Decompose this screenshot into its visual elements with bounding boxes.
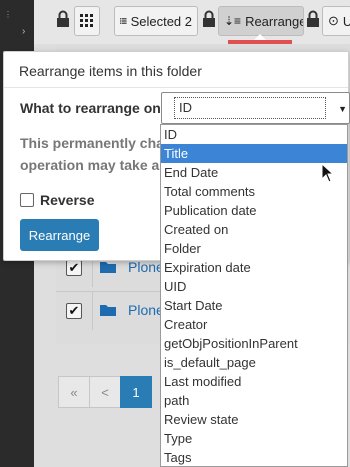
- dropdown-option[interactable]: Publication date: [161, 201, 347, 220]
- dropdown-option[interactable]: Creator: [161, 315, 347, 334]
- dropdown-option[interactable]: Last modified: [161, 372, 347, 391]
- warning-line-1: This permanently cha: [20, 135, 160, 151]
- rearrange-label: Rearrange: [245, 13, 304, 29]
- row-checkbox[interactable]: ✔: [66, 260, 82, 276]
- selected-label: Selected 2: [130, 13, 192, 29]
- modal-header: Rearrange items in this folder: [4, 52, 348, 88]
- lock-icon: [57, 10, 69, 27]
- lock-icon: [307, 10, 319, 27]
- dropdown-option[interactable]: Created on: [161, 220, 347, 239]
- rearrange-button[interactable]: ⇣≡ Rearrange: [218, 6, 304, 36]
- grid-icon: [80, 14, 93, 27]
- warning-line-2: operation may take a: [20, 157, 160, 173]
- selected-button[interactable]: Selected 2: [114, 6, 198, 36]
- modal-title: Rearrange items in this folder: [19, 63, 202, 79]
- dropdown-option[interactable]: Start Date: [161, 296, 347, 315]
- select-value: ID: [174, 97, 326, 119]
- prev-page-button[interactable]: <: [89, 376, 121, 408]
- dropdown-option[interactable]: Expiration date: [161, 258, 347, 277]
- sort-icon: ⇣≡: [224, 14, 242, 28]
- dropdown-option[interactable]: Folder: [161, 239, 347, 258]
- lock-icon: [203, 10, 215, 27]
- first-page-button[interactable]: «: [58, 376, 90, 408]
- column-divider: [92, 292, 93, 330]
- dropdown-option[interactable]: path: [161, 391, 347, 410]
- caret-down-icon: ▼: [338, 104, 347, 114]
- dropdown-option[interactable]: UID: [161, 277, 347, 296]
- dropdown-option[interactable]: Title: [161, 144, 347, 163]
- row-title-link[interactable]: Plone: [128, 302, 164, 318]
- row-title-link[interactable]: Plone: [128, 259, 164, 275]
- grid-view-button[interactable]: [74, 6, 100, 36]
- rearrange-on-select[interactable]: ID ▼: [161, 92, 350, 124]
- dropdown-option[interactable]: Review state: [161, 410, 347, 429]
- rearrange-on-label: What to rearrange on: [20, 100, 161, 116]
- folder-icon: [100, 305, 116, 316]
- table-row[interactable]: ✔ Plone: [56, 291, 164, 330]
- upload-label: U: [343, 14, 350, 29]
- chevron-right-icon[interactable]: ›: [22, 26, 25, 37]
- dropdown-option[interactable]: Tags: [161, 448, 347, 466]
- dropdown-option[interactable]: getObjPositionInParent: [161, 334, 347, 353]
- dropdown-option[interactable]: Total comments: [161, 182, 347, 201]
- pagination: « < 1: [58, 376, 152, 408]
- dropdown-option[interactable]: End Date: [161, 163, 347, 182]
- dropdown-option[interactable]: is_default_page: [161, 353, 347, 372]
- reverse-checkbox[interactable]: [20, 193, 34, 207]
- list-icon: [120, 18, 127, 24]
- upload-button[interactable]: ⊙ U: [322, 6, 350, 36]
- mouse-cursor-icon: [321, 163, 335, 183]
- warning-text: This permanently cha operation may take …: [20, 132, 160, 176]
- reverse-option[interactable]: Reverse: [20, 192, 95, 208]
- rearrange-options-list: ID Title End Date Total comments Publication…: [160, 124, 348, 467]
- folder-icon: [100, 262, 116, 273]
- dropdown-option[interactable]: ID: [161, 125, 347, 144]
- rearrange-submit-button[interactable]: Rearrange: [20, 219, 99, 251]
- drag-dots-icon: ⋮: [4, 10, 12, 19]
- toolbar: Selected 2 ⇣≡ Rearrange ⊙ U: [34, 0, 350, 44]
- reverse-label: Reverse: [40, 192, 95, 208]
- upload-icon: ⊙: [328, 13, 339, 28]
- dropdown-option[interactable]: Type: [161, 429, 347, 448]
- page-1-button[interactable]: 1: [120, 376, 152, 408]
- row-checkbox[interactable]: ✔: [66, 303, 82, 319]
